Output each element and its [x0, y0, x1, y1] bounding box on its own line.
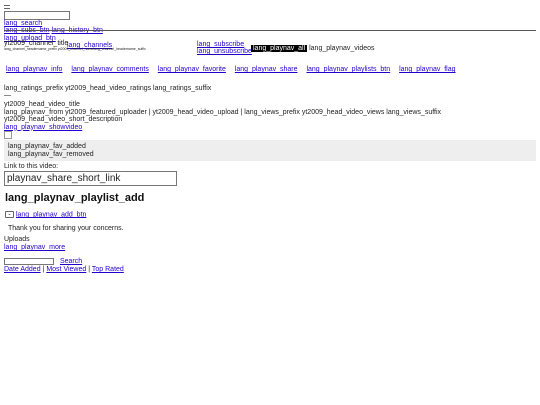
- video-description: yt2009_head_video_short_description: [4, 116, 123, 123]
- video-thumbnail[interactable]: [4, 131, 12, 139]
- tab-comments[interactable]: lang_playnav_comments: [71, 66, 148, 73]
- show-video-link[interactable]: lang_playnav_showvideo: [4, 124, 82, 131]
- chevron-down-icon[interactable]: ⌄: [5, 211, 14, 218]
- sort-most-viewed[interactable]: Most Viewed: [46, 266, 86, 273]
- subscribe-link[interactable]: lang_subscribe: [197, 41, 244, 48]
- channel-search-input[interactable]: [4, 258, 54, 265]
- channel-title: yt2009_channel_title: [4, 40, 69, 47]
- tab-videos[interactable]: lang_playnav_videos: [309, 45, 374, 52]
- search-button[interactable]: Search: [60, 258, 82, 265]
- masthead-divider: [4, 30, 536, 31]
- flag-thanks-text: Thank you for sharing your concerns.: [8, 225, 124, 232]
- share-link-field[interactable]: playnav_share_short_link: [4, 171, 177, 186]
- channel-search: Search: [4, 258, 82, 265]
- menu-lines-icon[interactable]: [4, 5, 10, 9]
- channel-headername: lang_channel_headername_prefix yt2009_ch…: [4, 47, 146, 51]
- tab-flag[interactable]: lang_playnav_flag: [399, 66, 455, 73]
- sort-separator: |: [88, 266, 91, 273]
- share-label: Link to this video:: [4, 163, 59, 170]
- playlist-add-title: lang_playnav_playlist_add: [5, 192, 145, 204]
- playlist-add-row: ⌄ lang_playnav_add_btn: [5, 211, 86, 218]
- fav-added-text: lang_playnav_fav_added: [8, 143, 86, 150]
- sort-links: Date Added | Most Viewed | Top Rated: [4, 266, 124, 273]
- fav-status-box: lang_playnav_fav_added lang_playnav_fav_…: [4, 140, 536, 161]
- tab-all[interactable]: lang_playnav_all: [251, 45, 308, 52]
- unsubscribe-link[interactable]: lang_unsubscribe: [197, 48, 252, 55]
- playnav-view-tabs: lang_playnav_all lang_playnav_videos: [251, 45, 375, 52]
- tab-info[interactable]: lang_playnav_info: [6, 66, 62, 73]
- playnav-tabs: lang_playnav_info lang_playnav_comments …: [6, 66, 463, 73]
- more-link[interactable]: lang_playnav_more: [4, 244, 65, 251]
- video-title: yt2009_head_video_title: [4, 101, 80, 108]
- fav-removed-text: lang_playnav_fav_removed: [8, 151, 94, 158]
- video-info: yt2009_head_video_title lang_playnav_fro…: [4, 101, 441, 131]
- tab-favorite[interactable]: lang_playnav_favorite: [158, 66, 226, 73]
- sort-separator: |: [42, 266, 45, 273]
- ratings-text: lang_ratings_prefix yt2009_head_video_ra…: [4, 85, 212, 92]
- masthead-search-input[interactable]: [4, 11, 70, 20]
- sort-top-rated[interactable]: Top Rated: [92, 266, 124, 273]
- uploads-label: Uploads: [4, 236, 30, 243]
- collapse-icon[interactable]: [4, 95, 11, 96]
- search-link[interactable]: lang_search: [4, 20, 42, 27]
- video-meta: lang_playnav_from yt2009_featured_upload…: [4, 108, 442, 116]
- tab-share[interactable]: lang_playnav_share: [235, 66, 298, 73]
- sort-date-added[interactable]: Date Added: [4, 266, 41, 273]
- tab-playlists[interactable]: lang_playnav_playlists_btn: [306, 66, 390, 73]
- add-to-playlist-button[interactable]: lang_playnav_add_btn: [16, 211, 86, 218]
